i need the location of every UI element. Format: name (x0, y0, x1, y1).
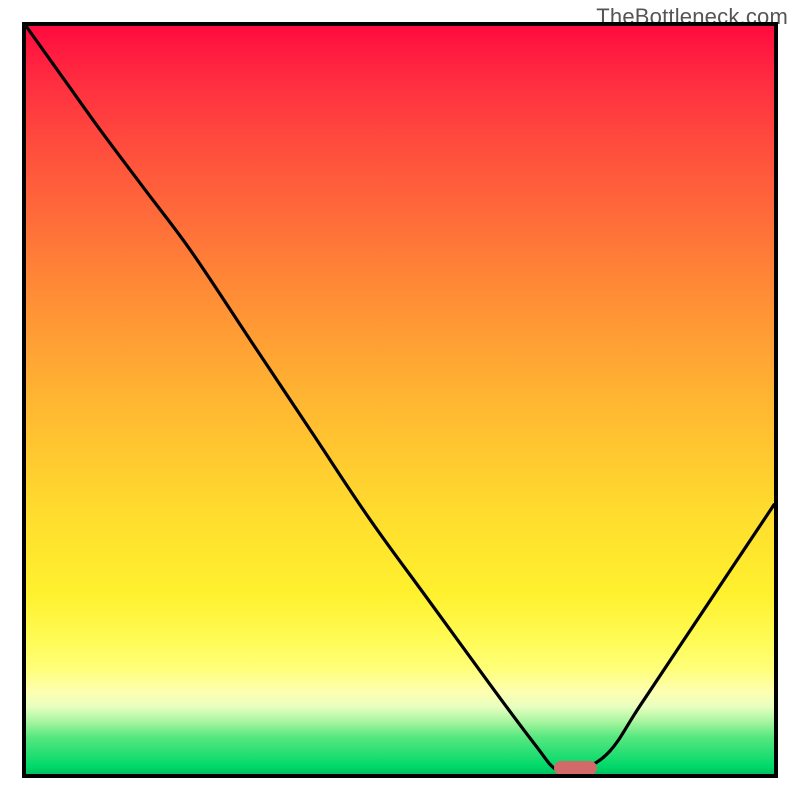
plot-frame-left (22, 22, 26, 778)
plot-frame-top (22, 22, 778, 26)
bottleneck-curve (26, 26, 774, 774)
plot-frame-right (774, 22, 778, 778)
chart-container: TheBottleneck.com (0, 0, 800, 800)
plot-frame-bottom (22, 774, 778, 778)
optimal-point-marker (554, 761, 597, 775)
